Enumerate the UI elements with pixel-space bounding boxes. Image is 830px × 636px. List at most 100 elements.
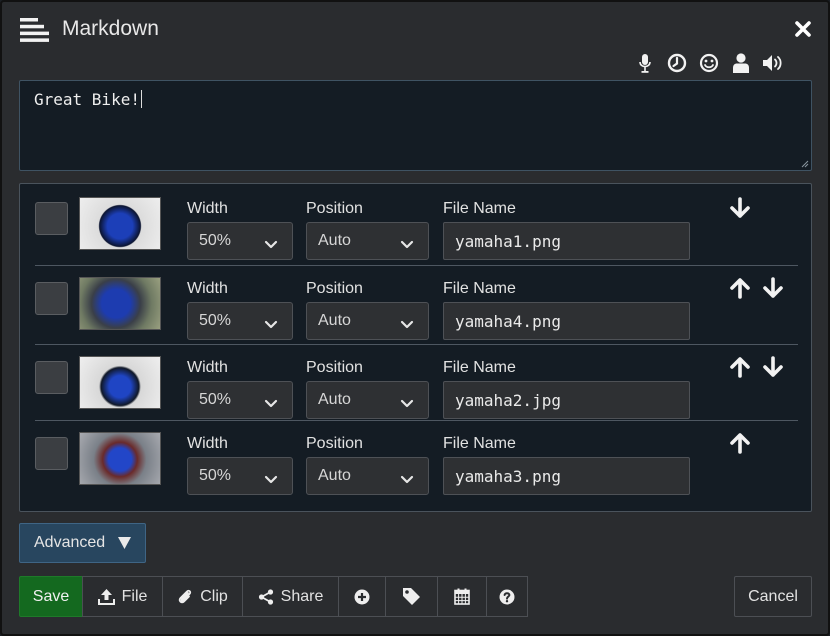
file-button[interactable]: File: [82, 576, 163, 617]
image-row: Width Position File Name 50% Auto yamaha1.png: [35, 196, 798, 265]
clock-icon[interactable]: [666, 52, 688, 74]
position-value: Auto: [318, 391, 351, 408]
move-up-icon[interactable]: [729, 432, 751, 454]
chevron-down-icon: [400, 237, 414, 249]
width-select[interactable]: 50%: [187, 457, 293, 495]
editor-text: Great Bike!: [34, 90, 140, 109]
position-value: Auto: [318, 232, 351, 249]
move-down-icon[interactable]: [762, 277, 784, 299]
tag-button[interactable]: [385, 576, 438, 617]
position-label: Position: [306, 280, 363, 297]
image-row: Width Position File Name 50% Auto yamaha4.png: [35, 265, 798, 344]
plus-circle-icon: [354, 589, 370, 604]
cancel-label: Cancel: [748, 587, 798, 605]
resize-grip-icon[interactable]: [801, 160, 809, 168]
file-name-input[interactable]: yamaha3.png: [443, 457, 690, 495]
file-name-input[interactable]: yamaha4.png: [443, 302, 690, 340]
image-checkbox[interactable]: [35, 437, 68, 470]
question-circle-icon: [499, 589, 515, 604]
file-name-label: File Name: [443, 200, 516, 217]
cancel-button[interactable]: Cancel: [734, 576, 812, 617]
width-label: Width: [187, 280, 228, 297]
calendar-button[interactable]: [437, 576, 487, 617]
markdown-editor[interactable]: Great Bike!: [19, 80, 812, 171]
share-icon: [258, 588, 273, 605]
image-list: Width Position File Name 50% Auto yamaha1.png…: [19, 183, 812, 512]
move-up-icon[interactable]: [729, 277, 751, 299]
upload-icon: [97, 588, 115, 605]
width-label: Width: [187, 435, 228, 452]
file-name-input[interactable]: yamaha2.jpg: [443, 381, 690, 419]
position-select[interactable]: Auto: [306, 381, 429, 419]
image-checkbox[interactable]: [35, 202, 68, 235]
position-select[interactable]: Auto: [306, 457, 429, 495]
file-name-value: yamaha4.png: [455, 312, 561, 331]
dialog-title: Markdown: [62, 17, 159, 40]
chevron-down-icon: [400, 472, 414, 484]
file-name-input[interactable]: yamaha1.png: [443, 222, 690, 260]
save-label: Save: [32, 587, 70, 605]
advanced-button[interactable]: Advanced: [19, 523, 146, 563]
file-name-label: File Name: [443, 359, 516, 376]
file-name-value: yamaha2.jpg: [455, 391, 561, 410]
image-thumbnail: [79, 277, 161, 330]
advanced-label: Advanced: [34, 534, 106, 551]
calendar-icon: [454, 588, 470, 605]
clip-button[interactable]: Clip: [162, 576, 243, 617]
move-down-icon[interactable]: [729, 197, 751, 219]
image-checkbox[interactable]: [35, 361, 68, 394]
image-thumbnail: [79, 432, 161, 485]
chevron-down-icon: [264, 237, 278, 249]
position-label: Position: [306, 200, 363, 217]
chevron-down-icon: [264, 317, 278, 329]
share-button[interactable]: Share: [242, 576, 339, 617]
width-select[interactable]: 50%: [187, 222, 293, 260]
close-icon[interactable]: [794, 20, 812, 38]
width-select[interactable]: 50%: [187, 381, 293, 419]
title-bar: Markdown: [2, 2, 828, 52]
width-value: 50%: [199, 312, 232, 329]
file-label: File: [121, 587, 148, 605]
microphone-icon[interactable]: [634, 52, 656, 74]
position-label: Position: [306, 435, 363, 452]
user-icon[interactable]: [730, 52, 752, 74]
width-value: 50%: [199, 467, 232, 484]
image-checkbox[interactable]: [35, 282, 68, 315]
share-label: Share: [280, 587, 324, 605]
smiley-icon[interactable]: [698, 52, 720, 74]
chevron-down-icon: [264, 472, 278, 484]
position-value: Auto: [318, 467, 351, 484]
width-value: 50%: [199, 391, 232, 408]
caret-down-icon: [118, 537, 131, 549]
menu-icon[interactable]: [20, 18, 49, 42]
file-name-value: yamaha1.png: [455, 232, 561, 251]
position-value: Auto: [318, 312, 351, 329]
chevron-down-icon: [400, 317, 414, 329]
image-row: Width Position File Name 50% Auto yamaha2.jpg: [35, 344, 798, 420]
image-row: Width Position File Name 50% Auto yamaha3.png: [35, 420, 798, 495]
image-thumbnail: [79, 356, 161, 409]
width-label: Width: [187, 359, 228, 376]
add-button[interactable]: [338, 576, 386, 617]
paperclip-icon: [178, 589, 192, 603]
image-thumbnail: [79, 197, 161, 250]
chevron-down-icon: [400, 396, 414, 408]
action-button-group: Save File Clip Share: [19, 576, 528, 617]
position-label: Position: [306, 359, 363, 376]
position-select[interactable]: Auto: [306, 302, 429, 340]
file-name-value: yamaha3.png: [455, 467, 561, 486]
width-select[interactable]: 50%: [187, 302, 293, 340]
chevron-down-icon: [264, 396, 278, 408]
save-button[interactable]: Save: [19, 576, 83, 617]
move-down-icon[interactable]: [762, 356, 784, 378]
volume-icon[interactable]: [762, 52, 784, 74]
move-up-icon[interactable]: [729, 356, 751, 378]
file-name-label: File Name: [443, 280, 516, 297]
text-caret: [140, 90, 142, 108]
markdown-dialog: Markdown Great Bike! Width Position File…: [0, 0, 830, 636]
file-name-label: File Name: [443, 435, 516, 452]
position-select[interactable]: Auto: [306, 222, 429, 260]
help-button[interactable]: [486, 576, 528, 617]
width-label: Width: [187, 200, 228, 217]
width-value: 50%: [199, 232, 232, 249]
